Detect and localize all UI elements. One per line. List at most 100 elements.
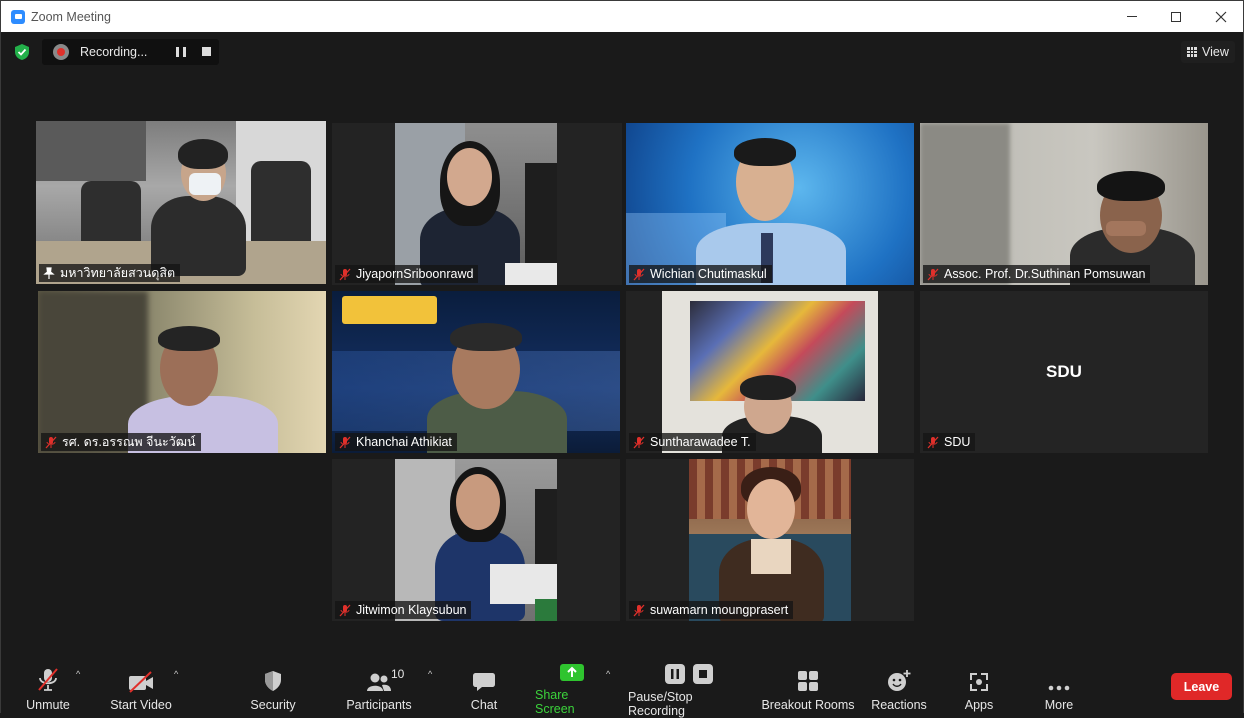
audio-options-caret[interactable]: ^: [76, 669, 80, 679]
chat-button[interactable]: Chat: [466, 655, 502, 714]
pause-icon: [665, 664, 685, 684]
share-screen-icon: [560, 664, 584, 681]
participant-nametag: มหาวิทยาลัยสวนดุสิต: [39, 264, 181, 282]
participant-name: Assoc. Prof. Dr.Suthinan Pomsuwan: [944, 267, 1146, 281]
view-label: View: [1202, 45, 1229, 59]
shield-icon: [265, 671, 281, 691]
video-tile[interactable]: Wichian Chutimaskul: [626, 123, 914, 285]
mic-muted-icon: [927, 436, 939, 448]
participant-name: SDU: [944, 435, 971, 449]
participants-label: Participants: [346, 698, 412, 712]
video-off-name: SDU: [1046, 362, 1082, 381]
video-feed: [36, 121, 326, 284]
zoom-window: Zoom Meeting Recording... View มหาวิทยาล…: [0, 0, 1244, 718]
participants-button[interactable]: Participants 10: [345, 655, 413, 714]
view-button[interactable]: View: [1181, 41, 1235, 63]
mic-muted-icon: [633, 268, 645, 280]
participant-nametag: JiyapornSriboonrawd: [335, 265, 479, 283]
minimize-button[interactable]: [1109, 1, 1155, 32]
participant-name: JiyapornSriboonrawd: [356, 267, 474, 281]
participants-options-caret[interactable]: ^: [428, 669, 432, 679]
maximize-icon: [1171, 11, 1181, 22]
participant-name: Khanchai Athikiat: [356, 435, 452, 449]
start-video-label: Start Video: [110, 698, 172, 712]
breakout-rooms-label: Breakout Rooms: [761, 698, 855, 712]
meeting-toolbar: Unmute ^ Start Video ^ Security Particip…: [1, 655, 1243, 718]
mic-muted-icon: [927, 268, 939, 280]
video-tile[interactable]: suwamarn moungprasert: [626, 459, 914, 621]
video-feed: [38, 291, 326, 453]
security-label: Security: [250, 698, 296, 712]
close-icon: [1215, 11, 1227, 22]
recording-indicator: Recording...: [42, 39, 219, 65]
grid-view-icon: [1187, 47, 1197, 57]
participant-name: รศ. ดร.อรรณพ จีนะวัฒน์: [62, 435, 196, 449]
video-feed: [395, 459, 557, 621]
mic-muted-icon: [339, 436, 351, 448]
stop-recording-icon[interactable]: [202, 47, 211, 56]
cloud-recording-icon: [53, 44, 69, 60]
pin-icon: [43, 266, 55, 279]
video-tile[interactable]: Assoc. Prof. Dr.Suthinan Pomsuwan: [920, 123, 1208, 285]
pause-stop-recording-button[interactable]: Pause/Stop Recording: [628, 655, 750, 718]
close-button[interactable]: [1198, 1, 1244, 32]
participant-nametag: suwamarn moungprasert: [629, 601, 794, 619]
video-tile[interactable]: SDU SDU: [920, 291, 1208, 453]
share-screen-button[interactable]: Share Screen: [535, 655, 609, 716]
breakout-rooms-button[interactable]: Breakout Rooms: [761, 655, 855, 714]
video-tile[interactable]: มหาวิทยาลัยสวนดุสิต: [36, 121, 326, 284]
start-video-button[interactable]: Start Video: [108, 655, 174, 714]
participant-name: suwamarn moungprasert: [650, 603, 789, 617]
participant-nametag: Assoc. Prof. Dr.Suthinan Pomsuwan: [923, 265, 1151, 283]
security-button[interactable]: Security: [248, 655, 298, 714]
participant-name: มหาวิทยาลัยสวนดุสิต: [60, 266, 176, 280]
share-screen-label: Share Screen: [535, 688, 575, 716]
video-feed: [332, 291, 620, 453]
video-options-caret[interactable]: ^: [174, 669, 178, 679]
unmute-button[interactable]: Unmute: [19, 655, 77, 714]
chat-icon: [473, 673, 495, 691]
participants-count: 10: [391, 667, 405, 681]
mic-muted-icon: [38, 668, 58, 691]
video-tile[interactable]: Khanchai Athikiat: [332, 291, 620, 453]
mic-muted-icon: [45, 436, 57, 448]
mic-muted-icon: [339, 268, 351, 280]
participant-nametag: SDU: [923, 433, 976, 451]
video-tile[interactable]: JiyapornSriboonrawd: [332, 123, 622, 285]
participant-nametag: รศ. ดร.อรรณพ จีนะวัฒน์: [41, 433, 201, 451]
video-tile[interactable]: Suntharawadee T.: [626, 291, 914, 453]
video-feed: [920, 123, 1208, 285]
recording-label: Recording...: [80, 45, 148, 59]
encryption-shield-icon[interactable]: [13, 43, 31, 61]
video-feed: [689, 459, 851, 621]
video-off-icon: [129, 671, 153, 693]
video-tile[interactable]: Jitwimon Klaysubun: [332, 459, 620, 621]
pause-stop-recording-label: Pause/Stop Recording: [628, 690, 693, 718]
participant-nametag: Suntharawadee T.: [629, 433, 756, 451]
video-feed: [662, 291, 878, 453]
reactions-button[interactable]: Reactions: [869, 655, 929, 714]
share-options-caret[interactable]: ^: [606, 669, 610, 679]
mic-muted-icon: [633, 604, 645, 616]
leave-button[interactable]: Leave: [1171, 673, 1232, 700]
more-button[interactable]: More: [1039, 655, 1079, 714]
participant-nametag: Khanchai Athikiat: [335, 433, 457, 451]
window-title: Zoom Meeting: [31, 9, 111, 24]
participant-nametag: Jitwimon Klaysubun: [335, 601, 472, 619]
breakout-rooms-icon: [798, 671, 818, 691]
pause-recording-icon[interactable]: [176, 47, 186, 57]
participant-name: Suntharawadee T.: [650, 435, 751, 449]
minimize-icon: [1127, 16, 1137, 17]
maximize-button[interactable]: [1153, 1, 1199, 32]
zoom-app-icon: [11, 9, 25, 24]
video-tile[interactable]: รศ. ดร.อรรณพ จีนะวัฒน์: [38, 291, 326, 453]
video-feed: [395, 123, 557, 285]
chat-label: Chat: [470, 698, 498, 712]
mic-muted-icon: [339, 604, 351, 616]
apps-button[interactable]: Apps: [959, 655, 999, 714]
reactions-label: Reactions: [871, 698, 927, 712]
apps-label: Apps: [964, 698, 994, 712]
participants-icon: [367, 673, 391, 691]
mic-muted-icon: [633, 436, 645, 448]
unmute-label: Unmute: [26, 698, 70, 712]
